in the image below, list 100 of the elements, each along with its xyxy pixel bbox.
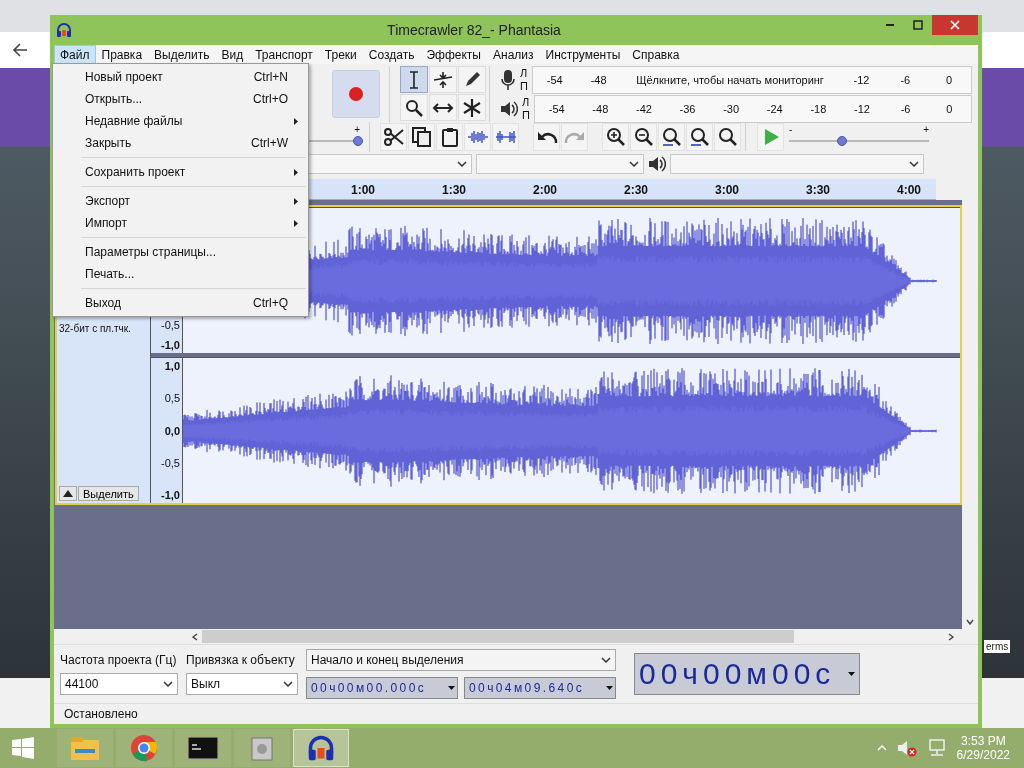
- meter-hint: Щёлкните, чтобы начать мониторинг: [635, 74, 825, 86]
- input-device-dropdown[interactable]: [476, 154, 644, 174]
- menu-item[interactable]: Транспорт: [249, 45, 319, 64]
- tool-button[interactable]: [429, 94, 457, 121]
- undo-button[interactable]: [533, 123, 560, 151]
- chevron-down-icon: [629, 161, 639, 167]
- meter-tick: -12: [852, 74, 871, 86]
- project-rate-dropdown[interactable]: 44100: [60, 673, 178, 695]
- caret-icon: [848, 672, 855, 676]
- meter-tick: -54: [547, 103, 566, 115]
- chevron-down-icon: [163, 681, 173, 687]
- paste-button[interactable]: [436, 123, 463, 151]
- menu-item[interactable]: Создать: [362, 45, 421, 64]
- waveform-icon: [466, 129, 489, 145]
- menu-item[interactable]: Треки: [318, 45, 363, 64]
- playback-meter[interactable]: -54 -48 -42 -36 -30 -24 -18 -12 -6 0: [533, 95, 972, 123]
- menu-item[interactable]: Параметры страницы...: [53, 241, 308, 263]
- selection-start-field[interactable]: 00ч00м00.000с: [306, 677, 458, 699]
- menu-item[interactable]: Правка: [95, 45, 149, 64]
- channel-label: Л: [522, 96, 530, 109]
- meter-tick: -6: [899, 103, 912, 115]
- menu-item[interactable]: Импорт: [53, 212, 308, 234]
- meter-tick: -12: [853, 103, 871, 115]
- asterisk-icon: [462, 97, 482, 118]
- undo-arrow-icon: [535, 129, 558, 145]
- menu-item[interactable]: Выход Ctrl+Q: [53, 292, 308, 314]
- menu-item[interactable]: Выделить: [148, 45, 216, 64]
- taskbar-app[interactable]: [175, 729, 231, 767]
- headphones-icon: [306, 734, 336, 762]
- silence-button[interactable]: [492, 123, 519, 151]
- close-button[interactable]: [932, 15, 978, 35]
- timeline-label: 1:30: [442, 183, 466, 197]
- menu-item-label: Экспорт: [85, 194, 132, 208]
- window-title: Timecrawler 82_- Phantasia: [386, 22, 562, 38]
- meter-tick: -24: [765, 103, 784, 115]
- meter-tick: -30: [722, 103, 741, 115]
- zoom-button[interactable]: [602, 123, 629, 151]
- timeline-label: 4:00: [897, 183, 921, 197]
- cut-button[interactable]: [380, 123, 407, 151]
- meter-tick: -48: [589, 74, 608, 86]
- taskbar-app[interactable]: [293, 729, 349, 767]
- shortcut-text: Ctrl+O: [253, 92, 288, 106]
- triangle-up-icon: [63, 490, 73, 497]
- menu-item-label: Параметры страницы...: [85, 245, 217, 259]
- collapse-button[interactable]: [59, 486, 77, 501]
- record-button[interactable]: [332, 70, 380, 118]
- menu-item-label: Импорт: [85, 216, 128, 230]
- timeline-label: 3:00: [715, 183, 739, 197]
- menu-item[interactable]: Справка: [626, 45, 686, 64]
- magnifier-icon: [661, 127, 682, 147]
- zoom-button[interactable]: [714, 123, 741, 151]
- scale-label: 0,0: [164, 424, 180, 437]
- menu-item[interactable]: Закрыть Ctrl+W: [53, 132, 308, 154]
- menu-item[interactable]: Новый проект Ctrl+N: [53, 66, 308, 88]
- shortcut-text: Ctrl+W: [251, 136, 288, 150]
- terminal-icon: [188, 737, 218, 759]
- timeline-label: 1:00: [351, 183, 375, 197]
- tool-button[interactable]: [458, 94, 486, 121]
- field-label: Привязка к объекту: [186, 653, 296, 667]
- maximize-icon: [913, 20, 923, 30]
- select-track-button[interactable]: Выделить: [78, 486, 139, 501]
- zoom-button[interactable]: [686, 123, 713, 151]
- slider-thumb[interactable]: [837, 136, 848, 146]
- box-icon: [250, 734, 274, 762]
- audio-position-display[interactable]: 00ч00м00с: [634, 653, 860, 695]
- submenu-arrow-icon: [294, 117, 298, 125]
- field-label: Частота проекта (Гц): [60, 653, 178, 667]
- slider-thumb[interactable]: [353, 136, 364, 146]
- selection-mode-dropdown[interactable]: Начало и конец выделения: [306, 649, 616, 671]
- menu-item[interactable]: Открыть... Ctrl+O: [53, 88, 308, 110]
- menu-item[interactable]: Недавние файлы: [53, 110, 308, 132]
- menu-item[interactable]: Анализ: [487, 45, 540, 64]
- tool-button[interactable]: [400, 66, 428, 93]
- scale-label: -1,0: [161, 339, 180, 351]
- menu-item-label: Сохранить проект: [85, 165, 187, 179]
- timeline-label: 3:30: [806, 183, 830, 197]
- chevron-down-icon: [909, 161, 919, 167]
- menu-item[interactable]: Вид: [215, 45, 250, 64]
- tool-button[interactable]: [429, 66, 457, 93]
- record-meter[interactable]: -54 -48 Щёлкните, чтобы начать мониторинг -12 -6 0: [531, 66, 972, 94]
- menu-item[interactable]: Инструменты: [539, 45, 627, 64]
- muted-speaker-icon[interactable]: [896, 739, 917, 757]
- meter-tick: -48: [591, 103, 610, 115]
- snap-dropdown[interactable]: Выкл: [186, 673, 298, 695]
- tool-button[interactable]: [458, 66, 486, 93]
- menu-item-label: Печать...: [85, 267, 136, 281]
- menu-item[interactable]: Эффекты: [420, 45, 487, 64]
- microphone-icon: [500, 69, 516, 91]
- scale-label: -1,0: [161, 489, 180, 501]
- copy-button[interactable]: [408, 123, 435, 151]
- clipboard-icon: [440, 127, 459, 147]
- speaker-icon: [648, 155, 666, 173]
- record-icon: [348, 86, 364, 102]
- zoom-button[interactable]: [658, 123, 685, 151]
- menu-item[interactable]: Печать...: [53, 263, 308, 285]
- play-at-speed-button[interactable]: [757, 123, 784, 151]
- folder-icon: [70, 735, 100, 761]
- back-arrow-icon[interactable]: [12, 42, 28, 58]
- zoom-button[interactable]: [630, 123, 657, 151]
- selection-end-field[interactable]: 00ч04м09.640с: [464, 677, 616, 699]
